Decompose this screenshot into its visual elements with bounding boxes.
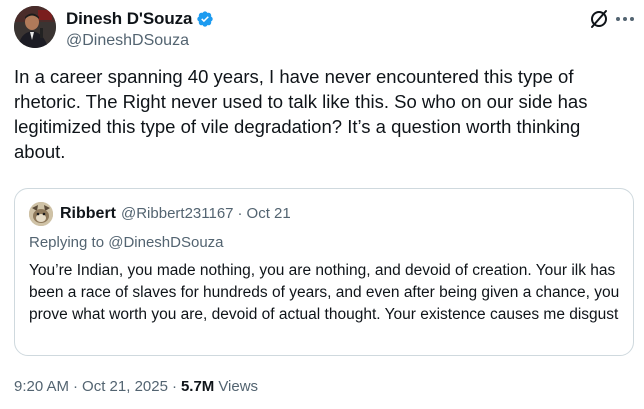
- verified-badge-icon[interactable]: [196, 10, 214, 28]
- quoted-avatar[interactable]: [29, 202, 53, 226]
- meta-separator: ·: [73, 378, 79, 395]
- tweet-date[interactable]: Oct 21, 2025: [82, 378, 168, 395]
- tweet-meta: 9:20 AM · Oct 21, 2025 · 5.7M Views: [14, 378, 258, 395]
- author-name-row: Dinesh D'Souza: [66, 8, 214, 30]
- more-icon[interactable]: [614, 8, 636, 30]
- quoted-handle[interactable]: @Ribbert231167: [121, 205, 234, 222]
- tweet-text: In a career spanning 40 years, I have ne…: [14, 66, 593, 162]
- views-label: Views: [218, 378, 259, 395]
- replying-to: Replying to @DineshDSouza: [29, 234, 224, 251]
- quoted-separator: ·: [237, 205, 243, 222]
- quoted-tweet-card[interactable]: Ribbert @Ribbert231167 · Oct 21 Replying…: [14, 188, 634, 356]
- quoted-date[interactable]: Oct 21: [247, 205, 291, 222]
- tweet: Dinesh D'Souza @DineshDSouza In a career…: [0, 0, 644, 409]
- meta-separator: ·: [171, 378, 177, 395]
- quoted-name[interactable]: Ribbert: [60, 205, 116, 223]
- author-name[interactable]: Dinesh D'Souza: [66, 9, 192, 29]
- avatar-image: [14, 6, 56, 48]
- views-count: 5.7M: [180, 378, 215, 395]
- grok-icon[interactable]: [588, 8, 610, 30]
- author-handle[interactable]: @DineshDSouza: [66, 32, 189, 50]
- quoted-text: You’re Indian, you made nothing, you are…: [29, 262, 620, 323]
- replying-to-handle[interactable]: @DineshDSouza: [108, 234, 223, 251]
- avatar[interactable]: [14, 6, 56, 48]
- replying-prefix: Replying to: [29, 234, 109, 251]
- quoted-header: Ribbert @Ribbert231167 · Oct 21: [60, 205, 291, 223]
- tweet-time[interactable]: 9:20 AM: [14, 378, 69, 395]
- quoted-avatar-image: [29, 202, 53, 226]
